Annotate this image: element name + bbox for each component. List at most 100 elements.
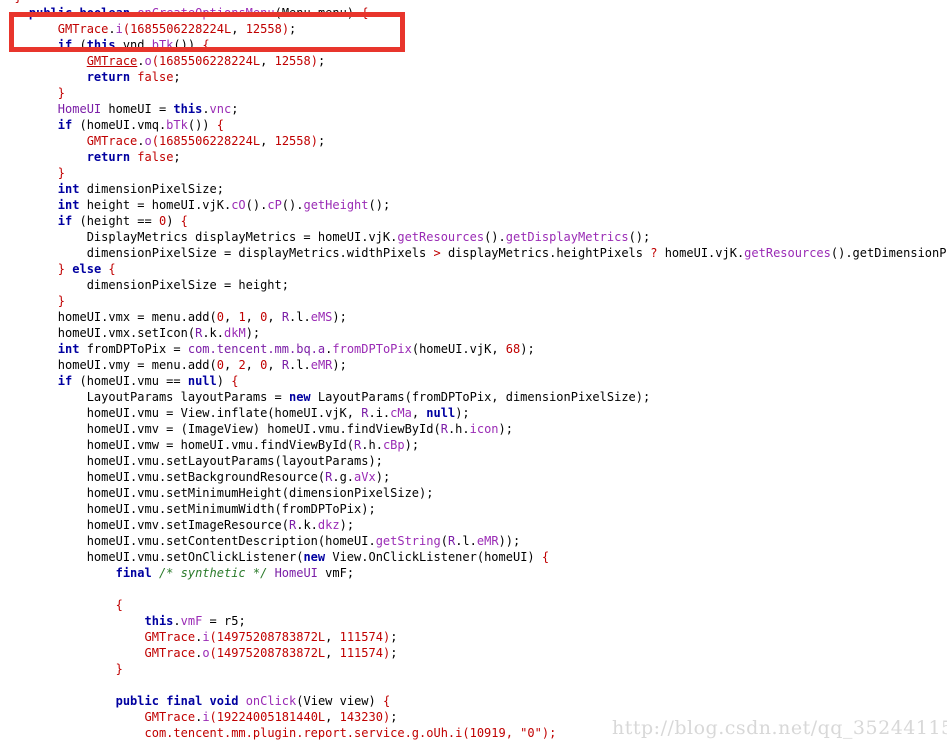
code-line: } xyxy=(0,85,947,101)
code-token: , xyxy=(245,358,261,372)
code-token: final xyxy=(115,566,152,580)
code-token: ); xyxy=(455,406,470,420)
code-line: int dimensionPixelSize; xyxy=(0,181,947,197)
code-token: HomeUI xyxy=(274,566,318,580)
code-token: ); xyxy=(332,358,347,372)
code-token: dimensionPixelSize = displayMetrics.widt… xyxy=(0,246,434,260)
code-token: getResources xyxy=(397,230,485,244)
code-line: this.vmF = r5; xyxy=(0,613,947,629)
code-block: } public boolean onCreateOptionsMenu(Men… xyxy=(0,0,947,745)
code-token: , xyxy=(325,646,340,660)
code-token: .k. xyxy=(202,326,224,340)
code-token: this xyxy=(173,102,203,116)
code-token: ; xyxy=(390,646,398,660)
code-token: homeUI.vmu.setOnClickListener( xyxy=(0,550,304,564)
code-token: } xyxy=(57,294,66,308)
code-token: .l. xyxy=(289,358,311,372)
code-token: homeUI.vmx = menu.add( xyxy=(0,310,217,324)
code-token: HomeUI xyxy=(57,102,102,116)
code-token: o xyxy=(202,646,210,660)
code-token: .l. xyxy=(289,310,311,324)
code-line: homeUI.vmv = (ImageView) homeUI.vmu.find… xyxy=(0,421,947,437)
code-token: GMTrace xyxy=(144,710,196,724)
code-token: vmF xyxy=(180,614,203,628)
code-token: .g. xyxy=(332,470,355,484)
code-token: )); xyxy=(498,534,521,548)
code-token: homeUI.vmu = View.inflate(homeUI.vjK, xyxy=(0,406,362,420)
code-token: com.tencent.mm.plugin.report.service.g.o… xyxy=(144,726,557,740)
code-token: GMTrace xyxy=(86,54,138,68)
code-line: homeUI.vmw = homeUI.vmu.findViewById(R.h… xyxy=(0,437,947,453)
code-token: vnc xyxy=(209,102,232,116)
code-line: GMTrace.o(1685506228224L, 12558); xyxy=(0,133,947,149)
code-token: dkz xyxy=(317,518,340,532)
code-token: 0 xyxy=(216,310,224,324)
code-token: View.OnClickListener(homeUI) xyxy=(325,550,542,564)
code-token: cMa xyxy=(390,406,412,420)
code-token: > xyxy=(433,246,441,260)
code-token: cP xyxy=(267,198,282,212)
code-token: i xyxy=(202,630,210,644)
code-token: height = homeUI.vjK. xyxy=(79,198,232,212)
code-token: . xyxy=(202,102,210,116)
code-token: ()) xyxy=(187,118,217,132)
code-token: com.tencent.mm.bq.a xyxy=(187,342,326,356)
code-token: eMR xyxy=(310,358,333,372)
code-line: homeUI.vmu = View.inflate(homeUI.vjK, R.… xyxy=(0,405,947,421)
code-token: ( xyxy=(440,534,448,548)
code-line: homeUI.vmu.setContentDescription(homeUI.… xyxy=(0,533,947,549)
code-token: .k. xyxy=(296,518,318,532)
code-token: eMR xyxy=(476,534,499,548)
code-token: (); xyxy=(368,198,391,212)
code-token: 111574 xyxy=(339,646,383,660)
code-line: if (homeUI.vmu == null) { xyxy=(0,373,947,389)
code-token: .h. xyxy=(361,438,383,452)
code-token: } xyxy=(0,0,21,4)
code-token: onClick xyxy=(245,694,297,708)
code-token: (). xyxy=(484,230,506,244)
code-line: homeUI.vmu.setBackgroundResource(R.g.aVx… xyxy=(0,469,947,485)
code-token: , xyxy=(267,310,282,324)
code-token: eMS xyxy=(310,310,333,324)
code-line: dimensionPixelSize = displayMetrics.widt… xyxy=(0,245,947,261)
code-token: getDisplayMetrics xyxy=(505,230,629,244)
code-token: ( xyxy=(209,646,217,660)
code-token: int xyxy=(57,198,80,212)
code-token: false xyxy=(137,70,174,84)
code-token: (); xyxy=(628,230,651,244)
code-token: 2 xyxy=(238,358,246,372)
code-line: homeUI.vmy = menu.add(0, 2, 0, R.l.eMR); xyxy=(0,357,947,373)
code-token: , xyxy=(260,54,275,68)
code-token: } xyxy=(57,86,66,100)
code-token: ) xyxy=(310,54,318,68)
code-token: { xyxy=(382,694,391,708)
code-line: homeUI.vmu.setMinimumWidth(fromDPToPix); xyxy=(0,501,947,517)
code-token: ( xyxy=(151,134,159,148)
code-token: this xyxy=(144,614,174,628)
code-token: 68 xyxy=(505,342,521,356)
code-token: 19224005181440L xyxy=(216,710,326,724)
code-line: int height = homeUI.vjK.cO().cP().getHei… xyxy=(0,197,947,213)
code-token: dkM xyxy=(224,326,246,340)
code-token: if xyxy=(57,374,73,388)
code-line: homeUI.vmu.setOnClickListener(new View.O… xyxy=(0,549,947,565)
code-token: homeUI.vmu.setContentDescription(homeUI. xyxy=(0,534,376,548)
code-line: return false; xyxy=(0,149,947,165)
code-token: ; xyxy=(390,710,398,724)
code-token: GMTrace xyxy=(144,630,196,644)
code-token: 143230 xyxy=(339,710,383,724)
code-token: getString xyxy=(375,534,441,548)
code-token: ; xyxy=(317,54,326,68)
code-token: ); xyxy=(332,310,347,324)
